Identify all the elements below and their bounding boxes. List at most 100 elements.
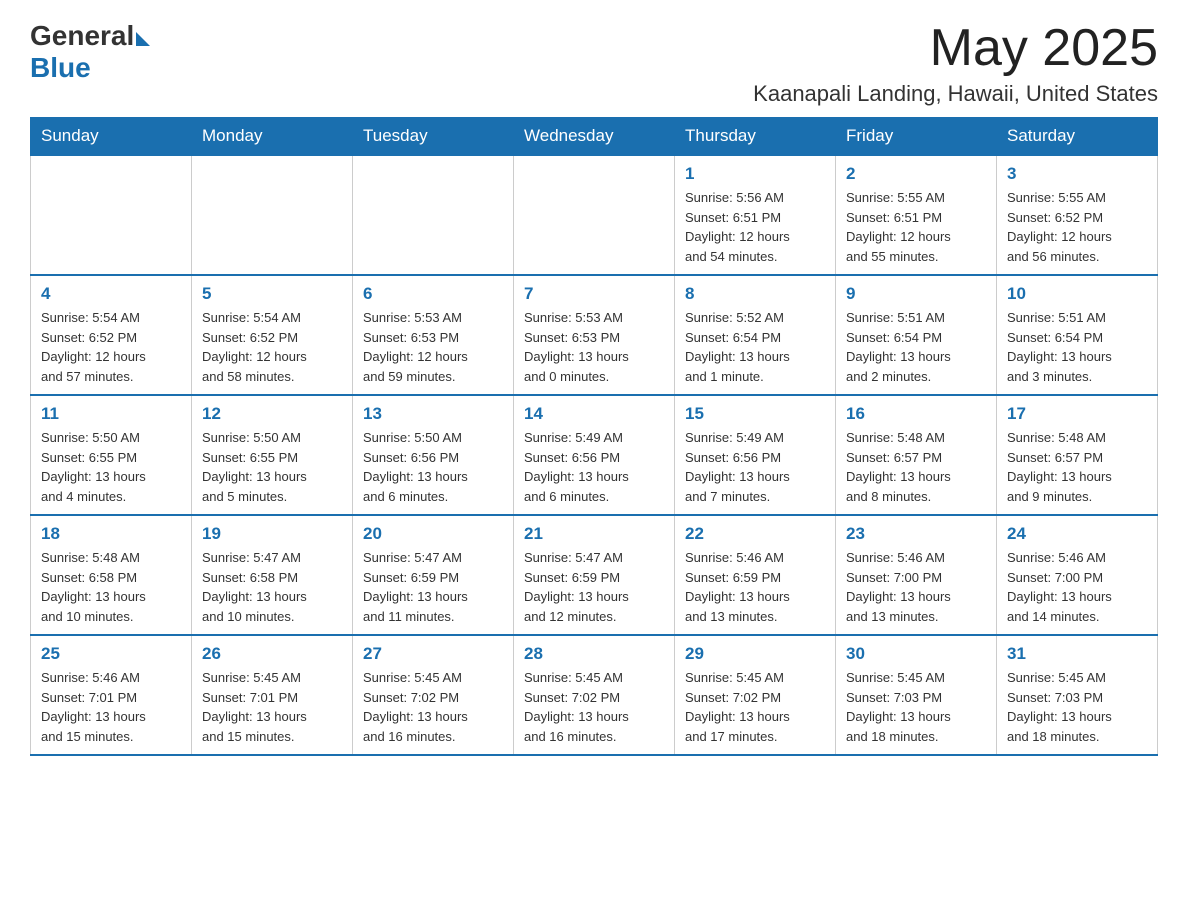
day-number: 28 bbox=[524, 644, 664, 664]
day-info: Sunrise: 5:54 AM Sunset: 6:52 PM Dayligh… bbox=[202, 308, 342, 386]
day-info: Sunrise: 5:46 AM Sunset: 7:01 PM Dayligh… bbox=[41, 668, 181, 746]
table-cell: 12 Sunrise: 5:50 AM Sunset: 6:55 PM Dayli… bbox=[192, 395, 353, 515]
day-info: Sunrise: 5:45 AM Sunset: 7:02 PM Dayligh… bbox=[685, 668, 825, 746]
day-info: Sunrise: 5:47 AM Sunset: 6:59 PM Dayligh… bbox=[363, 548, 503, 626]
table-cell: 9Sunrise: 5:51 AM Sunset: 6:54 PM Daylig… bbox=[836, 275, 997, 395]
table-cell: 19 Sunrise: 5:47 AM Sunset: 6:58 PM Dayli… bbox=[192, 515, 353, 635]
day-number: 22 bbox=[685, 524, 825, 544]
table-cell: 28Sunrise: 5:45 AM Sunset: 7:02 PM Dayli… bbox=[514, 635, 675, 755]
table-cell: 2 Sunrise: 5:55 AM Sunset: 6:51 PM Daylig… bbox=[836, 155, 997, 275]
day-info: Sunrise: 5:47 AM Sunset: 6:59 PM Dayligh… bbox=[524, 548, 664, 626]
day-number: 25 bbox=[41, 644, 181, 664]
table-cell bbox=[192, 155, 353, 275]
location-title: Kaanapali Landing, Hawaii, United States bbox=[753, 81, 1158, 107]
table-cell: 23 Sunrise: 5:46 AM Sunset: 7:00 PM Dayli… bbox=[836, 515, 997, 635]
table-cell: 30 Sunrise: 5:45 AM Sunset: 7:03 PM Dayli… bbox=[836, 635, 997, 755]
header-sunday: Sunday bbox=[31, 118, 192, 156]
title-area: May 2025 Kaanapali Landing, Hawaii, Unit… bbox=[753, 20, 1158, 107]
day-number: 5 bbox=[202, 284, 342, 304]
header-wednesday: Wednesday bbox=[514, 118, 675, 156]
day-number: 18 bbox=[41, 524, 181, 544]
day-info: Sunrise: 5:45 AM Sunset: 7:02 PM Dayligh… bbox=[363, 668, 503, 746]
day-number: 20 bbox=[363, 524, 503, 544]
table-cell: 16 Sunrise: 5:48 AM Sunset: 6:57 PM Dayli… bbox=[836, 395, 997, 515]
day-number: 23 bbox=[846, 524, 986, 544]
day-number: 24 bbox=[1007, 524, 1147, 544]
calendar-week-3: 11 Sunrise: 5:50 AM Sunset: 6:55 PM Dayli… bbox=[31, 395, 1158, 515]
day-number: 12 bbox=[202, 404, 342, 424]
table-cell: 27 Sunrise: 5:45 AM Sunset: 7:02 PM Dayli… bbox=[353, 635, 514, 755]
day-number: 19 bbox=[202, 524, 342, 544]
table-cell: 4 Sunrise: 5:54 AM Sunset: 6:52 PM Daylig… bbox=[31, 275, 192, 395]
day-number: 31 bbox=[1007, 644, 1147, 664]
table-cell: 15Sunrise: 5:49 AM Sunset: 6:56 PM Dayli… bbox=[675, 395, 836, 515]
header-monday: Monday bbox=[192, 118, 353, 156]
calendar-week-1: 1Sunrise: 5:56 AM Sunset: 6:51 PM Daylig… bbox=[31, 155, 1158, 275]
day-info: Sunrise: 5:56 AM Sunset: 6:51 PM Dayligh… bbox=[685, 188, 825, 266]
table-cell bbox=[353, 155, 514, 275]
day-number: 10 bbox=[1007, 284, 1147, 304]
table-cell: 6Sunrise: 5:53 AM Sunset: 6:53 PM Daylig… bbox=[353, 275, 514, 395]
table-cell: 7Sunrise: 5:53 AM Sunset: 6:53 PM Daylig… bbox=[514, 275, 675, 395]
day-info: Sunrise: 5:48 AM Sunset: 6:57 PM Dayligh… bbox=[846, 428, 986, 506]
table-cell: 22 Sunrise: 5:46 AM Sunset: 6:59 PM Dayli… bbox=[675, 515, 836, 635]
day-info: Sunrise: 5:50 AM Sunset: 6:55 PM Dayligh… bbox=[202, 428, 342, 506]
header-saturday: Saturday bbox=[997, 118, 1158, 156]
day-number: 4 bbox=[41, 284, 181, 304]
table-cell: 29Sunrise: 5:45 AM Sunset: 7:02 PM Dayli… bbox=[675, 635, 836, 755]
table-cell: 20 Sunrise: 5:47 AM Sunset: 6:59 PM Dayli… bbox=[353, 515, 514, 635]
table-cell: 8 Sunrise: 5:52 AM Sunset: 6:54 PM Daylig… bbox=[675, 275, 836, 395]
table-cell: 5 Sunrise: 5:54 AM Sunset: 6:52 PM Daylig… bbox=[192, 275, 353, 395]
day-number: 30 bbox=[846, 644, 986, 664]
day-number: 7 bbox=[524, 284, 664, 304]
day-number: 14 bbox=[524, 404, 664, 424]
day-info: Sunrise: 5:45 AM Sunset: 7:03 PM Dayligh… bbox=[846, 668, 986, 746]
table-cell bbox=[31, 155, 192, 275]
day-info: Sunrise: 5:51 AM Sunset: 6:54 PM Dayligh… bbox=[846, 308, 986, 386]
table-cell: 31 Sunrise: 5:45 AM Sunset: 7:03 PM Dayli… bbox=[997, 635, 1158, 755]
day-info: Sunrise: 5:55 AM Sunset: 6:51 PM Dayligh… bbox=[846, 188, 986, 266]
table-cell: 1Sunrise: 5:56 AM Sunset: 6:51 PM Daylig… bbox=[675, 155, 836, 275]
header-thursday: Thursday bbox=[675, 118, 836, 156]
header: General Blue May 2025 Kaanapali Landing,… bbox=[30, 20, 1158, 107]
day-number: 8 bbox=[685, 284, 825, 304]
table-cell: 21 Sunrise: 5:47 AM Sunset: 6:59 PM Dayli… bbox=[514, 515, 675, 635]
day-info: Sunrise: 5:45 AM Sunset: 7:03 PM Dayligh… bbox=[1007, 668, 1147, 746]
day-info: Sunrise: 5:54 AM Sunset: 6:52 PM Dayligh… bbox=[41, 308, 181, 386]
day-number: 26 bbox=[202, 644, 342, 664]
day-info: Sunrise: 5:52 AM Sunset: 6:54 PM Dayligh… bbox=[685, 308, 825, 386]
day-info: Sunrise: 5:48 AM Sunset: 6:57 PM Dayligh… bbox=[1007, 428, 1147, 506]
day-info: Sunrise: 5:50 AM Sunset: 6:56 PM Dayligh… bbox=[363, 428, 503, 506]
logo-triangle-icon bbox=[136, 32, 150, 46]
day-info: Sunrise: 5:46 AM Sunset: 7:00 PM Dayligh… bbox=[846, 548, 986, 626]
table-cell: 14 Sunrise: 5:49 AM Sunset: 6:56 PM Dayli… bbox=[514, 395, 675, 515]
day-info: Sunrise: 5:53 AM Sunset: 6:53 PM Dayligh… bbox=[363, 308, 503, 386]
day-info: Sunrise: 5:48 AM Sunset: 6:58 PM Dayligh… bbox=[41, 548, 181, 626]
day-info: Sunrise: 5:55 AM Sunset: 6:52 PM Dayligh… bbox=[1007, 188, 1147, 266]
table-cell: 18 Sunrise: 5:48 AM Sunset: 6:58 PM Dayli… bbox=[31, 515, 192, 635]
header-tuesday: Tuesday bbox=[353, 118, 514, 156]
table-cell: 11 Sunrise: 5:50 AM Sunset: 6:55 PM Dayli… bbox=[31, 395, 192, 515]
table-cell: 13 Sunrise: 5:50 AM Sunset: 6:56 PM Dayli… bbox=[353, 395, 514, 515]
logo-blue-text: Blue bbox=[30, 52, 150, 84]
calendar-week-5: 25 Sunrise: 5:46 AM Sunset: 7:01 PM Dayli… bbox=[31, 635, 1158, 755]
table-cell bbox=[514, 155, 675, 275]
logo-general-text: General bbox=[30, 20, 134, 52]
month-title: May 2025 bbox=[753, 20, 1158, 77]
day-info: Sunrise: 5:50 AM Sunset: 6:55 PM Dayligh… bbox=[41, 428, 181, 506]
day-number: 13 bbox=[363, 404, 503, 424]
table-cell: 10Sunrise: 5:51 AM Sunset: 6:54 PM Dayli… bbox=[997, 275, 1158, 395]
table-cell: 25 Sunrise: 5:46 AM Sunset: 7:01 PM Dayli… bbox=[31, 635, 192, 755]
day-info: Sunrise: 5:45 AM Sunset: 7:01 PM Dayligh… bbox=[202, 668, 342, 746]
day-number: 2 bbox=[846, 164, 986, 184]
day-info: Sunrise: 5:49 AM Sunset: 6:56 PM Dayligh… bbox=[524, 428, 664, 506]
day-info: Sunrise: 5:46 AM Sunset: 7:00 PM Dayligh… bbox=[1007, 548, 1147, 626]
day-info: Sunrise: 5:46 AM Sunset: 6:59 PM Dayligh… bbox=[685, 548, 825, 626]
day-number: 21 bbox=[524, 524, 664, 544]
day-number: 3 bbox=[1007, 164, 1147, 184]
day-number: 16 bbox=[846, 404, 986, 424]
day-number: 27 bbox=[363, 644, 503, 664]
day-info: Sunrise: 5:47 AM Sunset: 6:58 PM Dayligh… bbox=[202, 548, 342, 626]
logo: General Blue bbox=[30, 20, 150, 84]
day-number: 11 bbox=[41, 404, 181, 424]
